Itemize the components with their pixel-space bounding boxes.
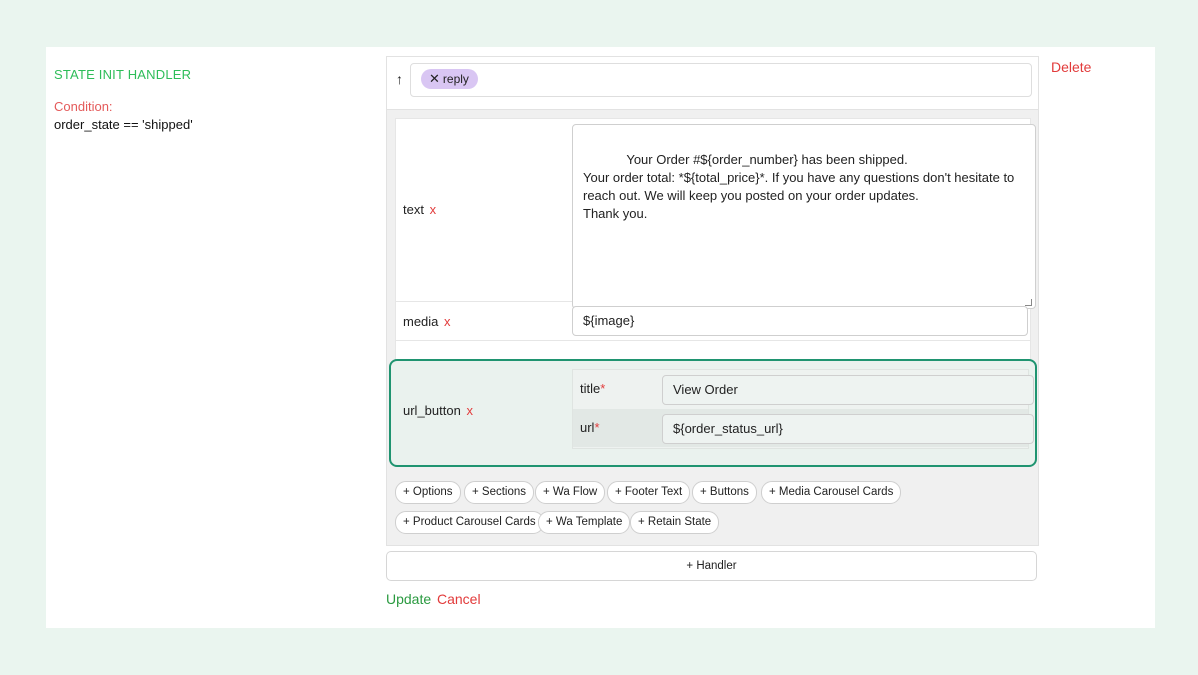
handler-info: STATE INIT HANDLER Condition: order_stat… [54, 67, 193, 132]
delete-link[interactable]: Delete [1051, 59, 1091, 75]
add-options-button[interactable]: + Options [395, 481, 461, 504]
subfield-label-url-name: url [580, 420, 595, 435]
field-label-url-button: url_button x [403, 403, 473, 418]
add-sections-button[interactable]: + Sections [464, 481, 535, 504]
add-buttons-button[interactable]: + Buttons [692, 481, 757, 504]
required-mark: * [594, 420, 600, 435]
add-handler-button[interactable]: + Handler [386, 551, 1037, 581]
handler-panel: STATE INIT HANDLER Condition: order_stat… [46, 47, 1155, 628]
field-label-url-button-name: url_button [403, 403, 461, 418]
remove-media-field-button[interactable]: x [444, 314, 451, 329]
update-link[interactable]: Update [386, 591, 431, 607]
url-input[interactable]: ${order_status_url} [662, 414, 1034, 444]
tag-chip-label: reply [442, 72, 469, 86]
tag-chip-reply: ✕ reply [421, 69, 478, 89]
subfield-label-title: title* [580, 381, 605, 396]
remove-text-field-button[interactable]: x [430, 202, 437, 217]
field-label-media-name: media [403, 314, 439, 329]
remove-tag-icon[interactable]: ✕ [429, 69, 440, 89]
text-textarea[interactable]: Your Order #${order_number} has been shi… [572, 124, 1036, 309]
response-type-select[interactable]: ✕ reply [410, 63, 1032, 97]
field-row-text: text x Your Order #${order_number} has b… [396, 119, 1036, 309]
required-mark: * [600, 381, 606, 396]
subfield-row-title: title* View Order [573, 370, 1034, 408]
condition-value: order_state == 'shipped' [54, 117, 193, 132]
text-textarea-value: Your Order #${order_number} has been shi… [583, 152, 1015, 221]
field-label-text-name: text [403, 202, 424, 217]
url-button-subtable: title* View Order url* ${order_status_ur… [572, 369, 1034, 449]
add-wa-template-button[interactable]: + Wa Template [538, 511, 631, 534]
subfield-label-url: url* [580, 420, 600, 435]
move-up-icon[interactable]: ↑ [396, 71, 403, 87]
title-input[interactable]: View Order [662, 375, 1034, 405]
add-media-carousel-cards-button[interactable]: + Media Carousel Cards [761, 481, 902, 504]
response-editor: ↑ ✕ reply text x Your Order #${order_num… [386, 56, 1039, 546]
add-footer-text-button[interactable]: + Footer Text [607, 481, 691, 504]
app-frame: STATE INIT HANDLER Condition: order_stat… [0, 0, 1198, 675]
state-title: STATE INIT HANDLER [54, 67, 192, 82]
remove-url-button-field-button[interactable]: x [466, 403, 473, 418]
url-button-row: url_button x title* View Order url* ${or… [389, 359, 1037, 467]
add-product-carousel-cards-button[interactable]: + Product Carousel Cards [395, 511, 544, 534]
response-type-row: ↑ ✕ reply [387, 57, 1038, 110]
cancel-link[interactable]: Cancel [437, 591, 481, 607]
add-wa-flow-button[interactable]: + Wa Flow [535, 481, 606, 504]
subfield-row-url: url* ${order_status_url} [573, 409, 1034, 447]
add-retain-state-button[interactable]: + Retain State [630, 511, 720, 534]
media-input[interactable]: ${image} [572, 306, 1028, 336]
field-label-text: text x [403, 202, 436, 217]
field-row-media: media x ${image} [396, 302, 1030, 341]
field-label-media: media x [403, 314, 451, 329]
subfield-label-title-name: title [580, 381, 601, 396]
condition-label: Condition: [54, 99, 113, 114]
